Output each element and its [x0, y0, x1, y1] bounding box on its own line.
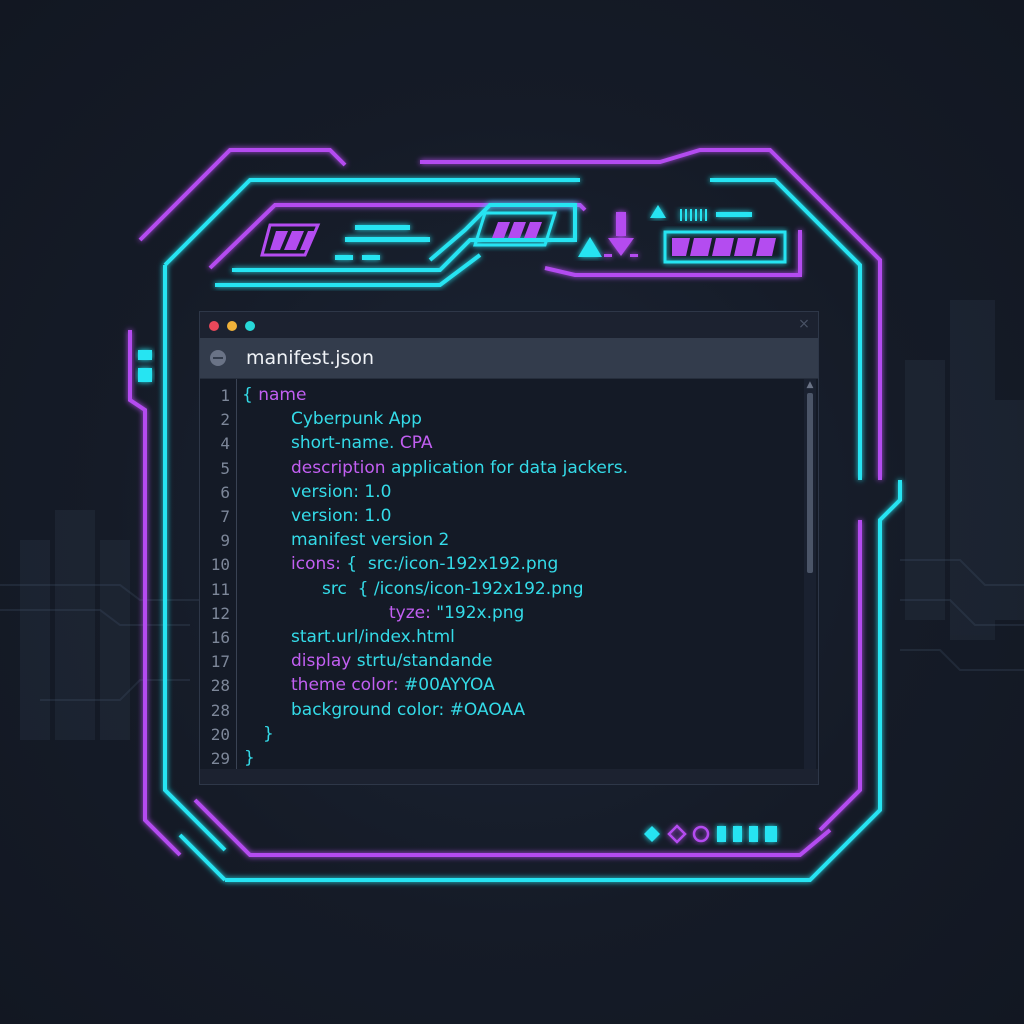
code-token: #00AYYOA	[404, 675, 495, 696]
code-token: manifest version 2	[291, 530, 450, 551]
code-line: version: 1.0	[291, 482, 391, 502]
small-triangle-icon	[650, 205, 666, 218]
code-token: name	[258, 385, 307, 405]
circle-icon	[692, 825, 710, 843]
scroll-up-icon[interactable]: ▲	[805, 379, 815, 391]
footer-indicators	[644, 824, 777, 844]
code-token: src { /icons/icon-192x192.png	[322, 578, 584, 599]
maximize-dot[interactable]	[245, 321, 255, 331]
scroll-thumb[interactable]	[807, 393, 813, 573]
code-token: application for data jackers.	[390, 457, 629, 478]
line-number: 17	[210, 652, 230, 672]
line-number: 10	[210, 555, 230, 575]
code-line: theme color: #00AYYOA	[291, 675, 495, 695]
code-line: src { /icons/icon-192x192.png	[322, 579, 584, 599]
code-token: version: 1.0	[291, 481, 392, 502]
code-token: "192x.png	[430, 602, 525, 623]
editor-bottom-bar	[200, 769, 818, 784]
code-token: start.url/index.html	[291, 627, 455, 647]
line-number: 11	[210, 579, 230, 599]
code-line: icons: { src:/icon-192x192.png	[291, 554, 558, 574]
line-number: 28	[210, 676, 230, 696]
line-number: 20	[210, 724, 230, 744]
minimize-dot[interactable]	[227, 321, 237, 331]
code-token: #OAOAA	[449, 699, 526, 720]
code-line: short-name. CPA	[291, 433, 433, 453]
code-token: description	[291, 457, 391, 478]
line-number: 29	[210, 749, 230, 768]
editor-window: ⨯ manifest.json 1 2 4 5 6 7 9 10 11 12 16 17 28 28 20 2…	[199, 311, 819, 785]
code-token: strtu/standande	[356, 651, 493, 672]
code-area[interactable]: 1 2 4 5 6 7 9 10 11 12 16 17 28 28 20 29 { name Cyberpun…	[200, 379, 818, 769]
code-token: }	[263, 723, 274, 744]
line-number: 16	[210, 628, 230, 647]
code-line: description application for data jackers…	[291, 458, 628, 478]
line-number: 4	[220, 434, 230, 454]
code-line: display strtu/standande	[291, 651, 492, 671]
code-token: version: 1.0	[291, 506, 392, 526]
vertical-scrollbar[interactable]: ▲	[804, 379, 816, 769]
code-line: background color: #OAOAA	[291, 700, 525, 720]
code-token: CPA	[399, 433, 433, 454]
close-dot[interactable]	[209, 321, 219, 331]
code-token: icons:	[291, 554, 341, 575]
code-line: version: 1.0	[291, 506, 391, 526]
tab-title[interactable]: manifest.json	[246, 347, 374, 369]
triangle-icon	[578, 237, 602, 257]
down-arrow-icon	[604, 212, 638, 257]
header-badge-left	[260, 223, 321, 257]
code-line: }	[244, 748, 255, 768]
line-number: 12	[210, 603, 230, 623]
code-line: start.url/index.html	[291, 627, 455, 647]
code-line: Cyberpunk App	[291, 409, 422, 429]
code-token: tyze:	[389, 602, 431, 623]
code-token: }	[244, 748, 255, 768]
line-number: 7	[220, 507, 230, 526]
header-level-bar	[663, 230, 787, 264]
line-number-gutter: 1 2 4 5 6 7 9 10 11 12 16 17 28 28 20 29	[200, 379, 237, 769]
code-line: { name	[242, 385, 306, 405]
code-line: manifest version 2	[291, 530, 449, 550]
tab-bar: manifest.json	[200, 338, 818, 379]
code-token: { src:/icon-192x192.png	[340, 554, 559, 575]
code-token: short-name.	[291, 433, 400, 454]
line-number: 28	[210, 700, 230, 720]
code-token: Cyberpunk App	[291, 409, 422, 430]
code-token: background color:	[291, 699, 450, 720]
line-number: 6	[220, 482, 230, 502]
close-icon[interactable]: ⨯	[796, 316, 812, 332]
line-number: 2	[220, 410, 230, 430]
code-token: theme color:	[291, 675, 405, 696]
file-icon	[210, 350, 226, 366]
line-number: 1	[220, 386, 230, 405]
line-number: 5	[220, 458, 230, 478]
code-token: display	[291, 651, 357, 672]
title-bar: ⨯	[200, 312, 818, 338]
line-number: 9	[220, 531, 230, 551]
diamond-icon	[644, 826, 660, 842]
diamond-outline-icon	[667, 824, 687, 844]
code-line: tyze: "192x.png	[389, 603, 524, 623]
code-line: }	[263, 724, 274, 744]
code-token: {	[242, 385, 259, 405]
